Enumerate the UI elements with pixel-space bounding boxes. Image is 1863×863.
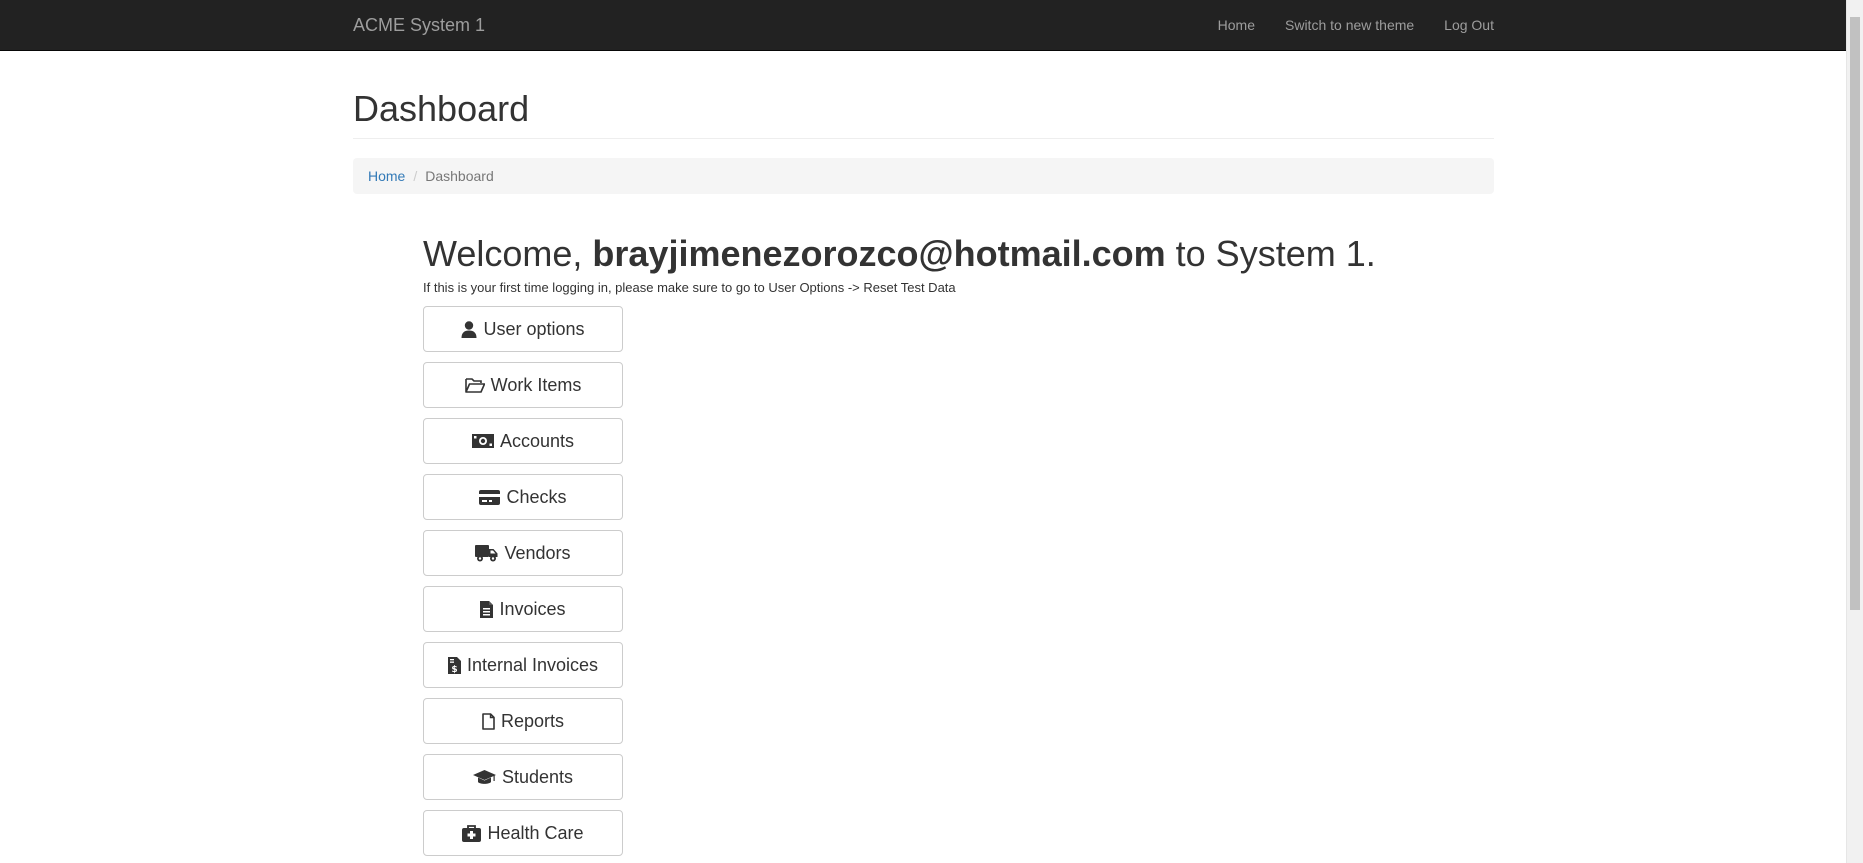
internal-invoices-label: Internal Invoices <box>466 654 599 675</box>
graduation-cap-icon <box>472 769 496 785</box>
user-options-label: User options <box>483 318 585 339</box>
user-icon <box>461 320 477 338</box>
medkit-icon <box>462 824 482 842</box>
students-button[interactable]: Students <box>423 754 623 800</box>
welcome-heading: Welcome, brayjimenezorozco@hotmail.com t… <box>423 230 1423 278</box>
reports-button[interactable]: Reports <box>423 698 623 744</box>
welcome-prefix: Welcome, <box>423 233 583 274</box>
first-login-hint: If this is your first time logging in, p… <box>423 280 956 295</box>
invoices-label: Invoices <box>499 598 566 619</box>
checks-button[interactable]: Checks <box>423 474 623 520</box>
breadcrumb: Home / Dashboard <box>353 158 1494 194</box>
page-header: Dashboard <box>353 89 1494 139</box>
checks-label: Checks <box>506 486 567 507</box>
accounts-label: Accounts <box>499 430 575 451</box>
nav-links: Home Switch to new theme Log Out <box>1188 0 1494 50</box>
credit-card-icon <box>479 489 501 505</box>
invoices-button[interactable]: Invoices <box>423 586 623 632</box>
truck-icon <box>475 544 498 562</box>
vertical-scrollbar[interactable] <box>1846 0 1863 863</box>
user-options-button[interactable]: User options <box>423 306 623 352</box>
file-icon <box>482 712 495 730</box>
svg-text:$: $ <box>451 665 457 674</box>
menu-buttons: User options Work Items Accounts Checks <box>423 306 1423 856</box>
top-navbar: ACME System 1 Home Switch to new theme L… <box>0 0 1846 51</box>
breadcrumb-current: Dashboard <box>425 168 494 184</box>
internal-invoices-button[interactable]: $ Internal Invoices <box>423 642 623 688</box>
page-title: Dashboard <box>353 88 530 129</box>
money-bill-icon <box>471 434 494 448</box>
dashboard-main: Welcome, brayjimenezorozco@hotmail.com t… <box>423 230 1423 863</box>
students-label: Students <box>501 766 574 787</box>
health-care-label: Health Care <box>487 822 584 843</box>
accounts-button[interactable]: Accounts <box>423 418 623 464</box>
breadcrumb-home-link[interactable]: Home <box>368 168 405 184</box>
vendors-label: Vendors <box>504 542 571 563</box>
welcome-suffix: to System 1. <box>1175 233 1376 274</box>
page: ACME System 1 Home Switch to new theme L… <box>0 0 1863 863</box>
vendors-button[interactable]: Vendors <box>423 530 623 576</box>
scrollbar-thumb[interactable] <box>1850 17 1860 610</box>
file-alt-icon <box>480 600 494 618</box>
breadcrumb-separator: / <box>413 168 418 184</box>
nav-logout-link[interactable]: Log Out <box>1444 15 1494 35</box>
nav-home-link[interactable]: Home <box>1218 15 1255 35</box>
welcome-email: brayjimenezorozco@hotmail.com <box>592 233 1166 274</box>
folder-open-icon <box>464 377 485 393</box>
health-care-button[interactable]: Health Care <box>423 810 623 856</box>
brand-link[interactable]: ACME System 1 <box>353 15 485 35</box>
content-container: Dashboard Home / Dashboard <box>353 51 1494 194</box>
navbar-inner: ACME System 1 Home Switch to new theme L… <box>353 0 1494 50</box>
file-invoice-dollar-icon: $ <box>447 656 461 674</box>
reports-label: Reports <box>500 710 565 731</box>
work-items-button[interactable]: Work Items <box>423 362 623 408</box>
nav-switch-theme-link[interactable]: Switch to new theme <box>1285 15 1414 35</box>
work-items-label: Work Items <box>490 374 582 395</box>
